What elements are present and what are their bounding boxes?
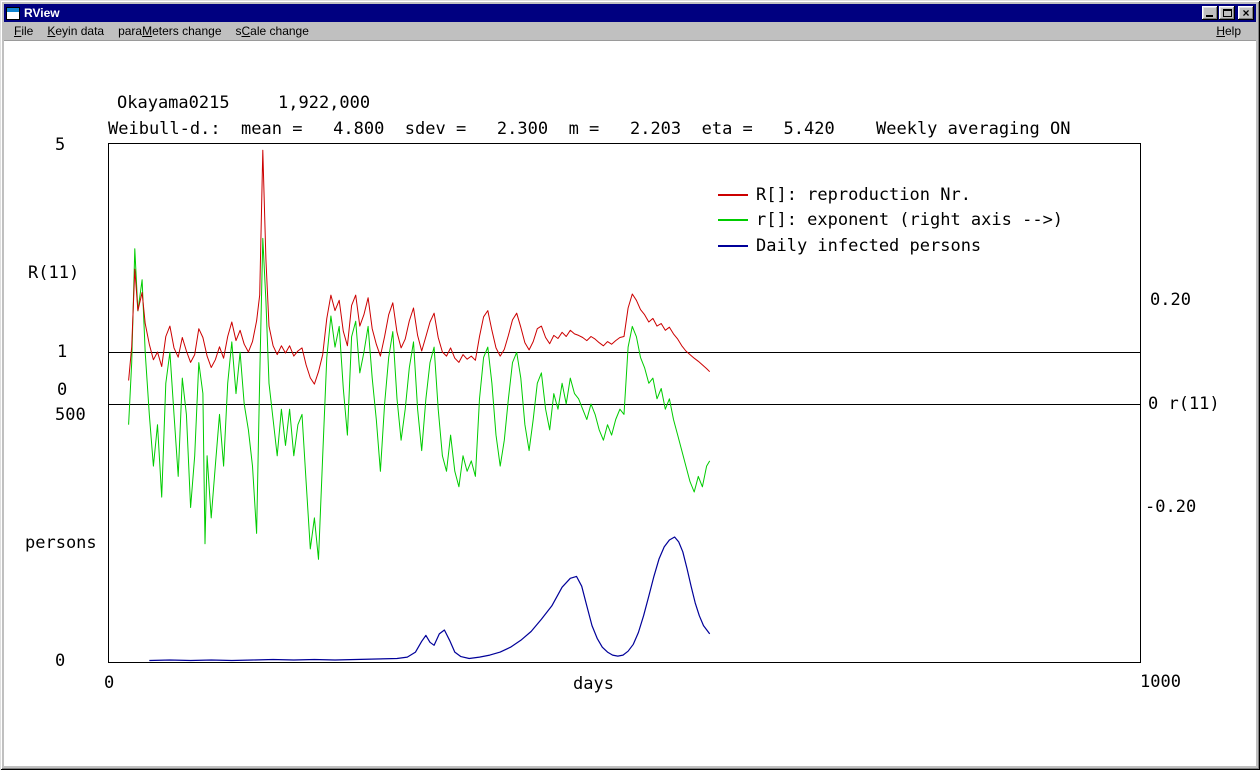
close-icon: × [1242, 8, 1249, 18]
app-icon[interactable] [6, 7, 20, 20]
close-button[interactable]: × [1238, 6, 1254, 20]
title-bar[interactable]: RView × [4, 4, 1256, 22]
menu-parameters-change[interactable]: paraMeters change [111, 22, 228, 40]
window-title: RView [24, 6, 60, 20]
maximize-icon [1223, 9, 1232, 17]
minimize-icon [1206, 15, 1213, 17]
menu-file[interactable]: File [7, 22, 40, 40]
app-window: RView × File Keyin data paraMeters chang… [0, 0, 1260, 770]
menu-bar: File Keyin data paraMeters change sCale … [4, 22, 1256, 41]
menu-keyin-data[interactable]: Keyin data [40, 22, 111, 40]
menu-scale-change[interactable]: sCale change [229, 22, 316, 40]
client-area [4, 41, 1256, 766]
menu-help[interactable]: Help [1209, 22, 1248, 40]
minimize-button[interactable] [1202, 6, 1218, 20]
maximize-button[interactable] [1219, 6, 1235, 20]
window-controls: × [1202, 6, 1254, 20]
